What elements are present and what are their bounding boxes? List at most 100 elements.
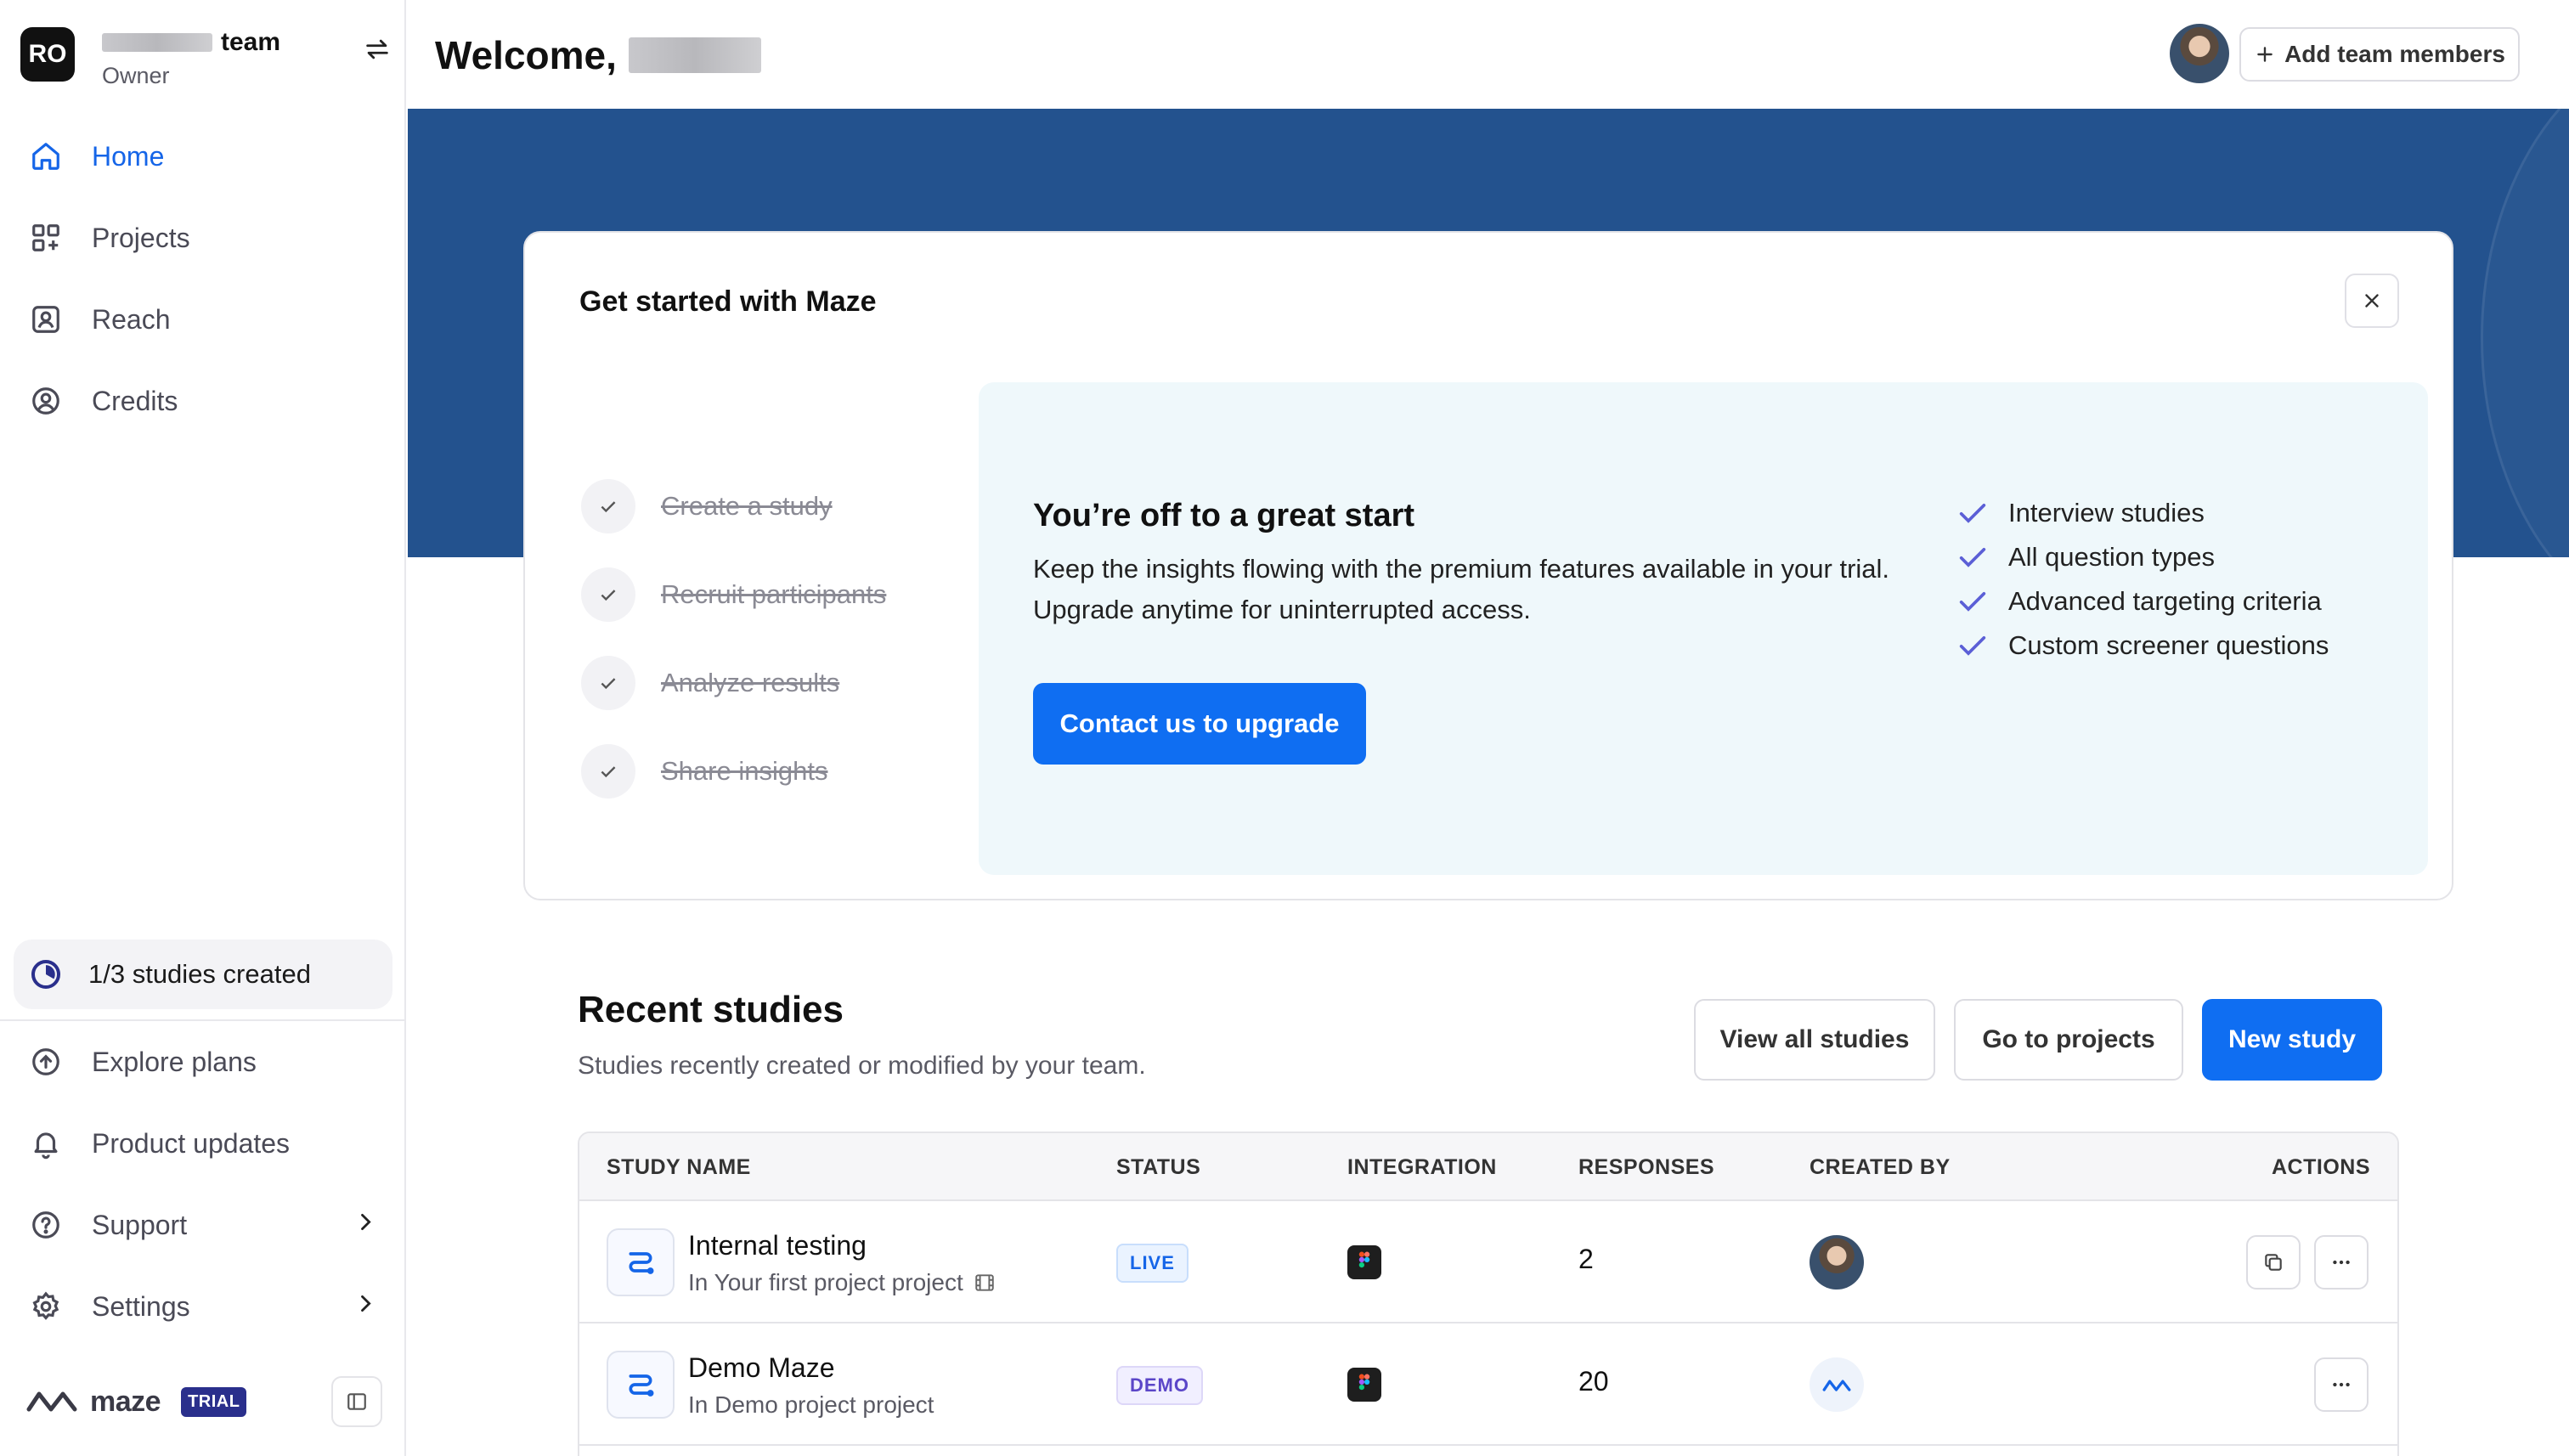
new-study-button[interactable]: New study: [2202, 999, 2382, 1081]
contact-upgrade-button[interactable]: Contact us to upgrade: [1033, 683, 1366, 765]
nav-label-explore-plans: Explore plans: [92, 1046, 257, 1077]
table-header: STUDY NAME STATUS INTEGRATION RESPONSES …: [579, 1133, 2397, 1201]
team-avatar: RO: [20, 27, 75, 82]
duplicate-button[interactable]: [2246, 1235, 2301, 1290]
check-icon: [581, 656, 635, 710]
redacted-user-name: [628, 37, 761, 73]
figma-icon: [1347, 1368, 1381, 1402]
responses-count: 2: [1578, 1244, 1594, 1274]
ellipsis-icon: [2333, 1260, 2350, 1265]
nav-label-home: Home: [92, 140, 165, 172]
step-item[interactable]: Share insights: [581, 727, 886, 815]
nav-label-credits: Credits: [92, 385, 178, 416]
trial-badge: TRIAL: [181, 1386, 247, 1417]
upgrade-promo: You’re off to a great start Keep the ins…: [979, 382, 2428, 875]
column-header[interactable]: STATUS: [1116, 1133, 1200, 1201]
maze-logo-icon: [25, 1385, 78, 1419]
add-team-members-button[interactable]: Add team members: [2239, 27, 2520, 82]
sidebar: RO team Owner Home Projects Reach Credit…: [0, 0, 406, 1456]
arrow-up-circle-icon: [29, 1045, 63, 1079]
redacted-team-name: [102, 33, 212, 52]
plus-icon: [2257, 47, 2273, 62]
more-actions-button[interactable]: [2314, 1235, 2369, 1290]
nav-item-projects[interactable]: Projects: [14, 197, 392, 279]
step-label: Share insights: [661, 756, 828, 786]
nav-item-settings[interactable]: Settings: [14, 1266, 392, 1347]
collapse-sidebar-button[interactable]: [331, 1376, 382, 1427]
studies-progress[interactable]: 1/3 studies created: [14, 940, 392, 1009]
feature-item: Interview studies: [1956, 491, 2329, 535]
studies-table: STUDY NAME STATUS INTEGRATION RESPONSES …: [578, 1132, 2399, 1456]
feature-label: All question types: [2008, 542, 2215, 572]
step-label: Create a study: [661, 491, 833, 521]
nav-label-support: Support: [92, 1209, 188, 1240]
gear-icon: [29, 1290, 63, 1323]
table-row[interactable]: Demo Maze In Demo project project DEMO 2…: [579, 1323, 2397, 1446]
film-icon: [975, 1274, 994, 1291]
feature-list: Interview studies All question types Adv…: [1956, 491, 2329, 668]
step-item[interactable]: Create a study: [581, 462, 886, 550]
nav-label-product-updates: Product updates: [92, 1127, 291, 1159]
top-bar: Welcome, Add team members: [408, 0, 2569, 109]
check-icon: [1959, 636, 1986, 656]
study-project-label: In Your first project project: [688, 1269, 963, 1295]
column-header[interactable]: STUDY NAME: [607, 1133, 751, 1201]
go-to-projects-button[interactable]: Go to projects: [1954, 999, 2183, 1081]
nav-item-support[interactable]: Support: [14, 1184, 392, 1266]
study-name[interactable]: Internal testing: [688, 1230, 867, 1261]
brand-name: maze: [90, 1385, 161, 1418]
column-header: ACTIONS: [2272, 1154, 2370, 1179]
promo-text: Keep the insights flowing with the premi…: [1033, 554, 1890, 624]
team-switcher[interactable]: RO team Owner: [20, 25, 394, 93]
study-name[interactable]: Demo Maze: [688, 1352, 835, 1384]
ellipsis-icon: [2333, 1382, 2350, 1387]
column-header[interactable]: CREATED BY: [1810, 1133, 1951, 1201]
nav-item-explore-plans[interactable]: Explore plans: [14, 1021, 392, 1103]
study-route-icon: [607, 1228, 675, 1296]
feature-item: Advanced targeting criteria: [1956, 579, 2329, 624]
recent-studies-title: Recent studies: [578, 989, 844, 1030]
studies-progress-label: 1/3 studies created: [88, 959, 311, 989]
close-button[interactable]: [2345, 274, 2399, 328]
feature-label: Advanced targeting criteria: [2008, 586, 2322, 616]
feature-label: Custom screener questions: [2008, 630, 2329, 660]
user-avatar[interactable]: [2170, 24, 2229, 83]
chevron-right-icon: [353, 1291, 377, 1323]
projects-icon: [29, 221, 63, 255]
recent-studies-subtitle: Studies recently created or modified by …: [578, 1052, 1146, 1080]
step-item[interactable]: Recruit participants: [581, 550, 886, 639]
feature-item: All question types: [1956, 535, 2329, 579]
bell-icon: [29, 1126, 63, 1160]
study-project: In Your first project project: [688, 1269, 996, 1296]
brand-row: maze TRIAL: [25, 1376, 382, 1427]
copy-icon: [2265, 1254, 2282, 1271]
table-row[interactable]: Internal testing In Your first project p…: [579, 1201, 2397, 1323]
step-item[interactable]: Analyze results: [581, 639, 886, 727]
team-name-row: team: [102, 25, 280, 59]
nav-item-product-updates[interactable]: Product updates: [14, 1103, 392, 1184]
view-all-studies-button[interactable]: View all studies: [1694, 999, 1935, 1081]
column-header[interactable]: RESPONSES: [1578, 1133, 1714, 1201]
figma-icon: [1347, 1245, 1381, 1279]
status-badge: DEMO: [1116, 1366, 1203, 1405]
check-icon: [1959, 592, 1986, 612]
maze-logo-icon: [1810, 1357, 1864, 1412]
column-header[interactable]: INTEGRATION: [1347, 1133, 1497, 1201]
close-icon: [2365, 294, 2379, 308]
study-route-icon: [607, 1351, 675, 1419]
nav-item-home[interactable]: Home: [14, 116, 392, 197]
responses-count: 20: [1578, 1366, 1609, 1397]
nav-item-credits[interactable]: Credits: [14, 360, 392, 442]
check-icon: [581, 744, 635, 799]
welcome-text: Welcome,: [435, 33, 617, 77]
nav-item-reach[interactable]: Reach: [14, 279, 392, 360]
study-project-label: In Demo project project: [688, 1391, 934, 1418]
main-content: Welcome, Add team members Get started wi…: [408, 0, 2569, 1456]
nav-label-projects: Projects: [92, 222, 190, 253]
switch-team-icon[interactable]: [360, 32, 394, 66]
credits-icon: [29, 384, 63, 418]
step-label: Recruit participants: [661, 579, 887, 609]
team-name: team: [221, 28, 281, 56]
more-actions-button[interactable]: [2314, 1357, 2369, 1412]
feature-item: Custom screener questions: [1956, 624, 2329, 668]
